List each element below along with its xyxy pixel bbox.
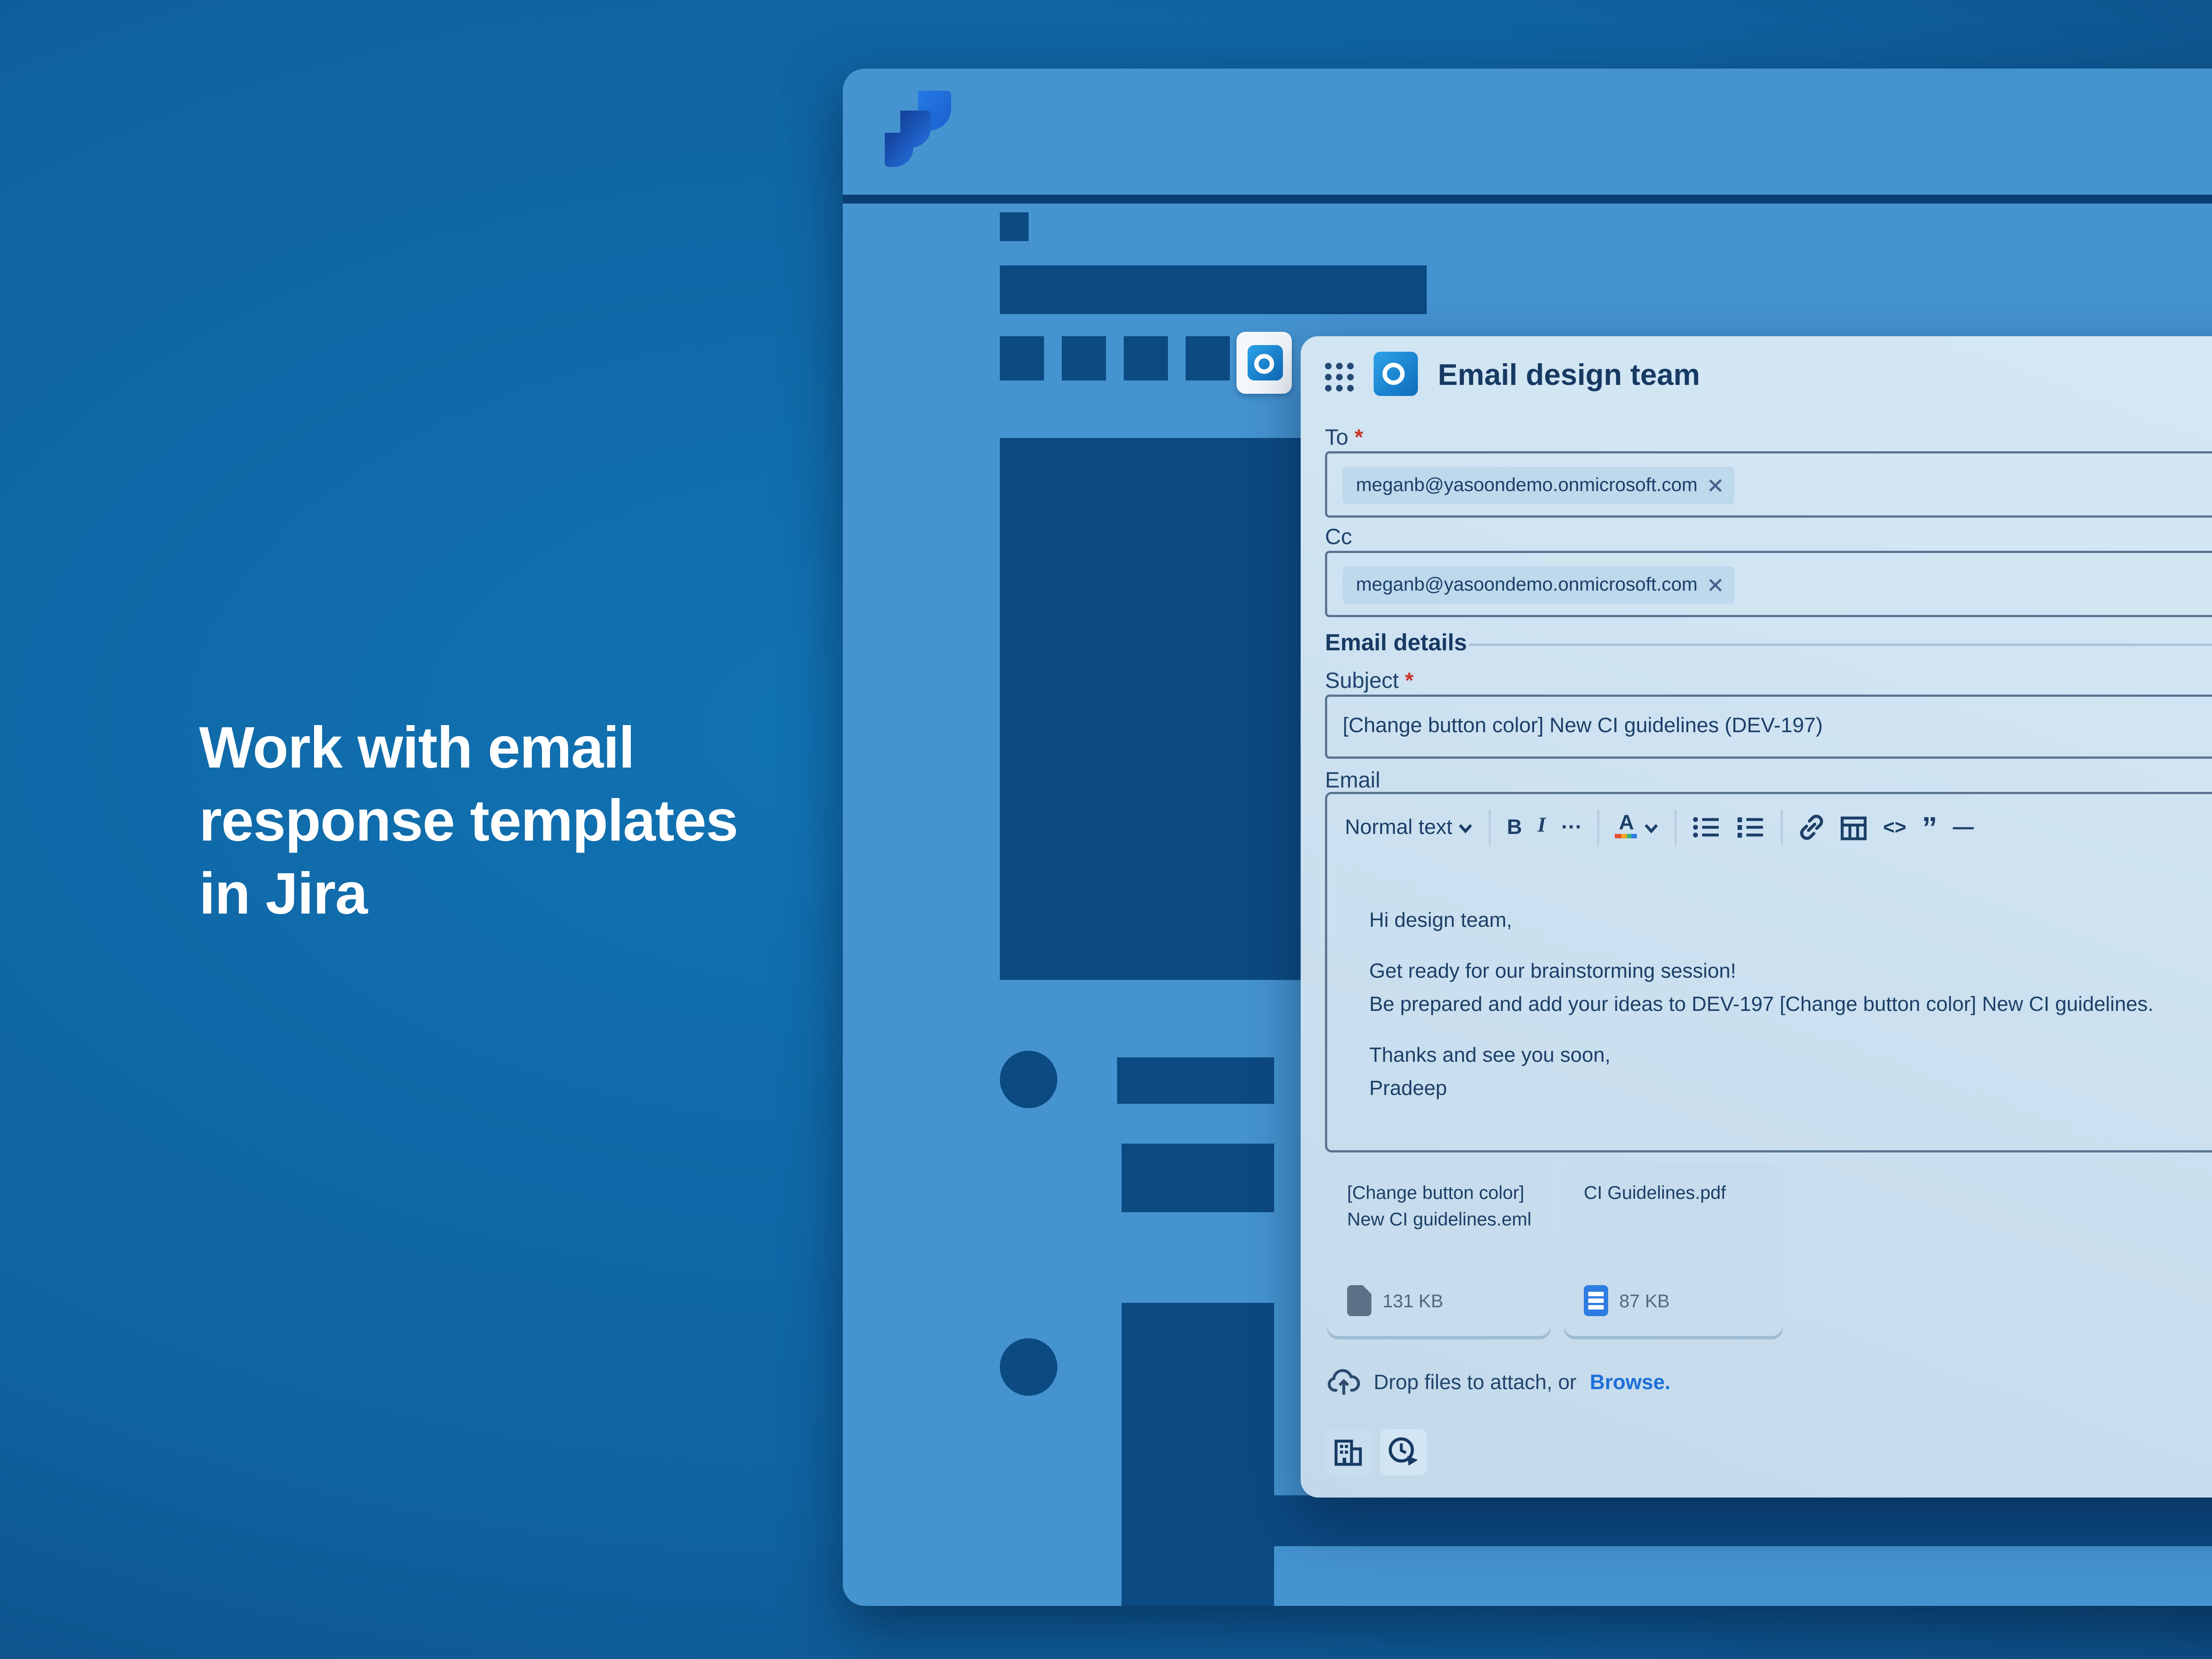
required-mark: * (1355, 427, 1363, 451)
wireframe-circle (1000, 1338, 1057, 1396)
clock-arrow-icon (1387, 1436, 1420, 1469)
subject-value: [Change button color] New CI guidelines … (1343, 714, 1823, 739)
bullet-list-icon[interactable] (1693, 816, 1721, 838)
required-mark: * (1405, 670, 1414, 695)
editor-toolbar: Normal text B I ··· A <> ” — (1345, 807, 1974, 847)
app-grid-icon[interactable] (1323, 361, 1356, 405)
table-icon[interactable] (1841, 815, 1867, 840)
browse-link[interactable]: Browse. (1590, 1369, 1671, 1394)
attachment-size: 131 KB (1382, 1290, 1443, 1312)
eml-file-icon (1347, 1285, 1371, 1316)
toolbar-separator (1489, 810, 1491, 845)
email-editor[interactable]: Normal text B I ··· A <> ” — Append issu… (1325, 792, 2212, 1152)
issue-context-button[interactable] (1325, 1429, 1371, 1475)
wireframe-block (1121, 1144, 1274, 1212)
wireframe-block (1000, 212, 1029, 241)
to-recipient-chip[interactable]: meganb@yasoondemo.onmicrosoft.com (1343, 466, 1735, 503)
wireframe-block (1062, 336, 1106, 380)
section-divider (1469, 643, 2212, 645)
quote-icon[interactable]: ” (1922, 821, 1937, 834)
text-color-button[interactable]: A (1615, 816, 1637, 839)
outlook-app-tile (1237, 332, 1292, 394)
code-block-icon[interactable]: <> (1883, 816, 1906, 838)
wireframe-block (1000, 438, 1312, 980)
outlook-icon (1374, 352, 1418, 396)
modal-title: Email design team (1438, 358, 1700, 392)
dropzone-text: Drop files to attach, or (1374, 1369, 1577, 1394)
jira-logo-icon (885, 91, 969, 175)
screenshot-root: Work with email response templates in Ji… (0, 0, 2212, 1659)
header-separator (843, 195, 2212, 204)
more-formatting-button[interactable]: ··· (1561, 815, 1582, 840)
wireframe-block (1000, 336, 1044, 380)
horizontal-rule-icon[interactable]: — (1953, 815, 1974, 840)
toolbar-separator (1598, 810, 1600, 845)
file-dropzone[interactable]: Drop files to attach, or Browse. (1327, 1367, 1671, 1396)
wireframe-block (1117, 1057, 1274, 1104)
email-body-line: Hi design team, (1369, 909, 1512, 931)
link-icon[interactable] (1799, 814, 1825, 841)
text-style-dropdown[interactable]: Normal text (1345, 815, 1474, 840)
wireframe-block (1186, 336, 1230, 380)
wireframe-block (1124, 336, 1168, 380)
wireframe-block (1121, 1303, 1274, 1606)
building-icon (1334, 1438, 1363, 1467)
email-body-line: Thanks and see you soon, (1369, 1044, 1610, 1066)
remove-recipient-icon[interactable] (1709, 478, 1722, 491)
italic-button[interactable]: I (1537, 816, 1546, 838)
outlook-icon (1247, 345, 1282, 380)
subject-field[interactable]: [Change button color] New CI guidelines … (1325, 695, 2212, 759)
attachment-card[interactable]: [Change button color] New CI guidelines.… (1327, 1164, 1551, 1336)
to-field[interactable]: meganb@yasoondemo.onmicrosoft.com (1325, 451, 2212, 518)
hero-title: Work with email response templates in Ji… (199, 712, 801, 931)
cc-recipient-email: meganb@yasoondemo.onmicrosoft.com (1356, 573, 1697, 595)
attachment-card[interactable]: CI Guidelines.pdf 87 KB (1564, 1164, 1783, 1336)
color-bar (1615, 833, 1637, 839)
email-body-line: Be prepared and add your ideas to DEV-19… (1369, 993, 2154, 1015)
chevron-down-icon[interactable] (1644, 822, 1659, 833)
bold-button[interactable]: B (1507, 815, 1522, 840)
email-details-heading: Email details (1325, 630, 1467, 657)
cloud-upload-icon (1327, 1367, 1360, 1396)
email-body-line: Get ready for our brainstorming session! (1369, 960, 1736, 982)
remove-recipient-icon[interactable] (1709, 577, 1722, 591)
attachment-name: [Change button color] New CI guidelines.… (1347, 1181, 1533, 1232)
to-recipient-email: meganb@yasoondemo.onmicrosoft.com (1356, 473, 1697, 495)
send-later-button[interactable] (1380, 1429, 1427, 1475)
numbered-list-icon[interactable] (1737, 816, 1766, 838)
cc-label: Cc (1325, 526, 1352, 551)
wireframe-block (1124, 1495, 2212, 1546)
subject-label: Subject * (1325, 670, 1413, 695)
toolbar-separator (1781, 810, 1783, 845)
email-compose-modal: Email design team Templates To * meganb@… (1301, 336, 2212, 1498)
cc-recipient-chip[interactable]: meganb@yasoondemo.onmicrosoft.com (1343, 565, 1735, 603)
wireframe-block (1000, 265, 1427, 314)
to-label: To * (1325, 427, 1363, 451)
stage: Work with email response templates in Ji… (0, 0, 2212, 1659)
attachment-size: 87 KB (1619, 1290, 1670, 1312)
wireframe-circle (1000, 1051, 1057, 1108)
email-body-label: Email (1325, 770, 1380, 794)
pdf-file-icon (1584, 1285, 1608, 1316)
email-body-line: Pradeep (1369, 1077, 1447, 1099)
attachment-name: CI Guidelines.pdf (1584, 1181, 1765, 1207)
cc-field[interactable]: meganb@yasoondemo.onmicrosoft.com (1325, 551, 2212, 617)
toolbar-separator (1675, 810, 1677, 845)
